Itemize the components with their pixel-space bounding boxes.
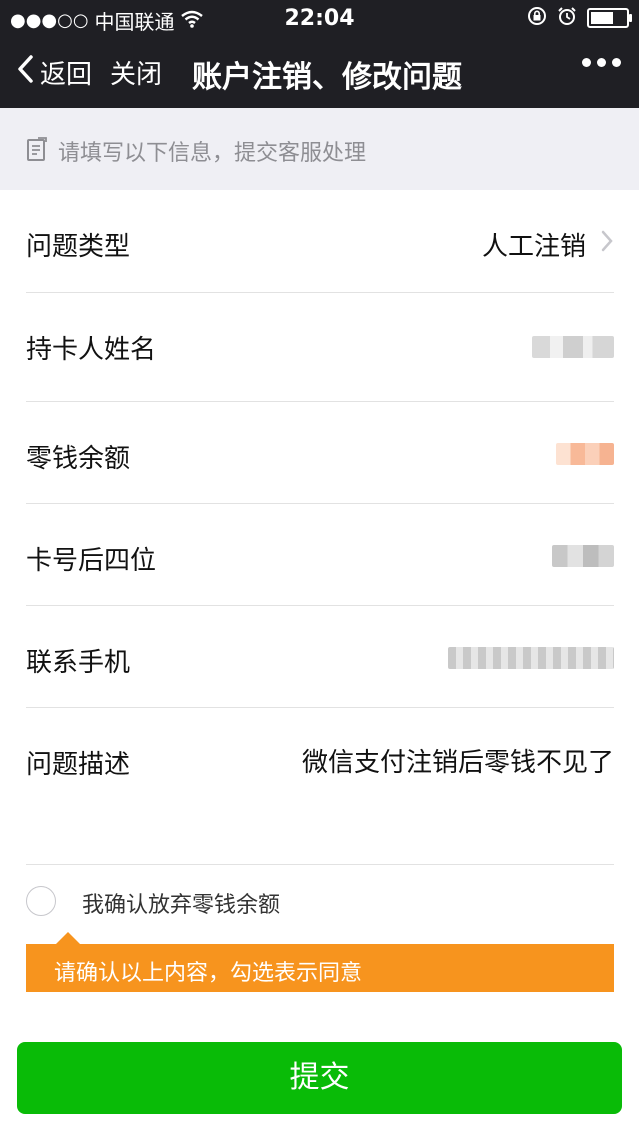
- card-last-four-value: [552, 544, 614, 574]
- row-divider: [26, 864, 614, 865]
- problem-type-value: 人工注销: [481, 232, 586, 262]
- back-button[interactable]: 返回: [16, 54, 92, 91]
- more-options-button[interactable]: [582, 58, 621, 67]
- chevron-right-icon: [600, 229, 614, 260]
- problem-type-label: 问题类型: [26, 232, 131, 262]
- confirm-checkbox-label: 我确认放弃零钱余额: [82, 893, 281, 918]
- back-label: 返回: [40, 60, 93, 90]
- edit-note-icon: [26, 136, 48, 166]
- navigation-bar: 返回 关闭 账户注销、修改问题: [0, 36, 639, 108]
- confirm-checkbox-row[interactable]: 我确认放弃零钱余额: [26, 884, 614, 920]
- chevron-left-icon: [16, 54, 34, 91]
- redacted-value: [448, 647, 614, 669]
- description-label: 问题描述: [26, 750, 131, 780]
- cardholder-name-row: 持卡人姓名: [26, 293, 614, 401]
- cardholder-name-label: 持卡人姓名: [26, 335, 157, 365]
- orientation-lock-icon: [527, 6, 547, 30]
- problem-type-value-group: 人工注销: [482, 226, 614, 263]
- description-value[interactable]: 微信支付注销后零钱不见了: [302, 742, 614, 779]
- redacted-value: [556, 443, 614, 465]
- balance-value: [556, 442, 614, 472]
- confirm-tooltip: 请确认以上内容，勾选表示同意: [26, 932, 614, 992]
- submit-button[interactable]: 提交: [17, 1042, 622, 1114]
- confirm-checkbox[interactable]: [26, 886, 56, 916]
- redacted-value: [532, 336, 614, 358]
- close-button[interactable]: 关闭: [110, 54, 162, 91]
- alarm-icon: [557, 6, 577, 30]
- status-bar: ●●●○○ 中国联通 22:04: [0, 0, 639, 36]
- more-dot-icon: [612, 58, 621, 67]
- description-row[interactable]: 问题描述 微信支付注销后零钱不见了: [26, 708, 614, 864]
- more-dot-icon: [597, 58, 606, 67]
- status-right: [527, 6, 632, 30]
- info-banner-text: 请填写以下信息，提交客服处理: [58, 141, 367, 166]
- balance-row: 零钱余额: [26, 402, 614, 503]
- balance-label: 零钱余额: [26, 444, 131, 474]
- info-banner: 请填写以下信息，提交客服处理: [0, 108, 639, 190]
- page-title: 账户注销、修改问题: [192, 60, 462, 95]
- phone-value: [448, 646, 614, 676]
- phone-row: 联系手机: [26, 606, 614, 707]
- redacted-value: [552, 545, 614, 567]
- battery-icon: [587, 8, 632, 28]
- card-last-four-row: 卡号后四位: [26, 504, 614, 605]
- card-last-four-label: 卡号后四位: [26, 546, 157, 576]
- more-dot-icon: [582, 58, 591, 67]
- cardholder-name-value: [532, 335, 614, 365]
- confirm-tooltip-text: 请确认以上内容，勾选表示同意: [54, 961, 363, 986]
- problem-type-row[interactable]: 问题类型 人工注销: [26, 190, 614, 292]
- phone-label: 联系手机: [26, 648, 131, 678]
